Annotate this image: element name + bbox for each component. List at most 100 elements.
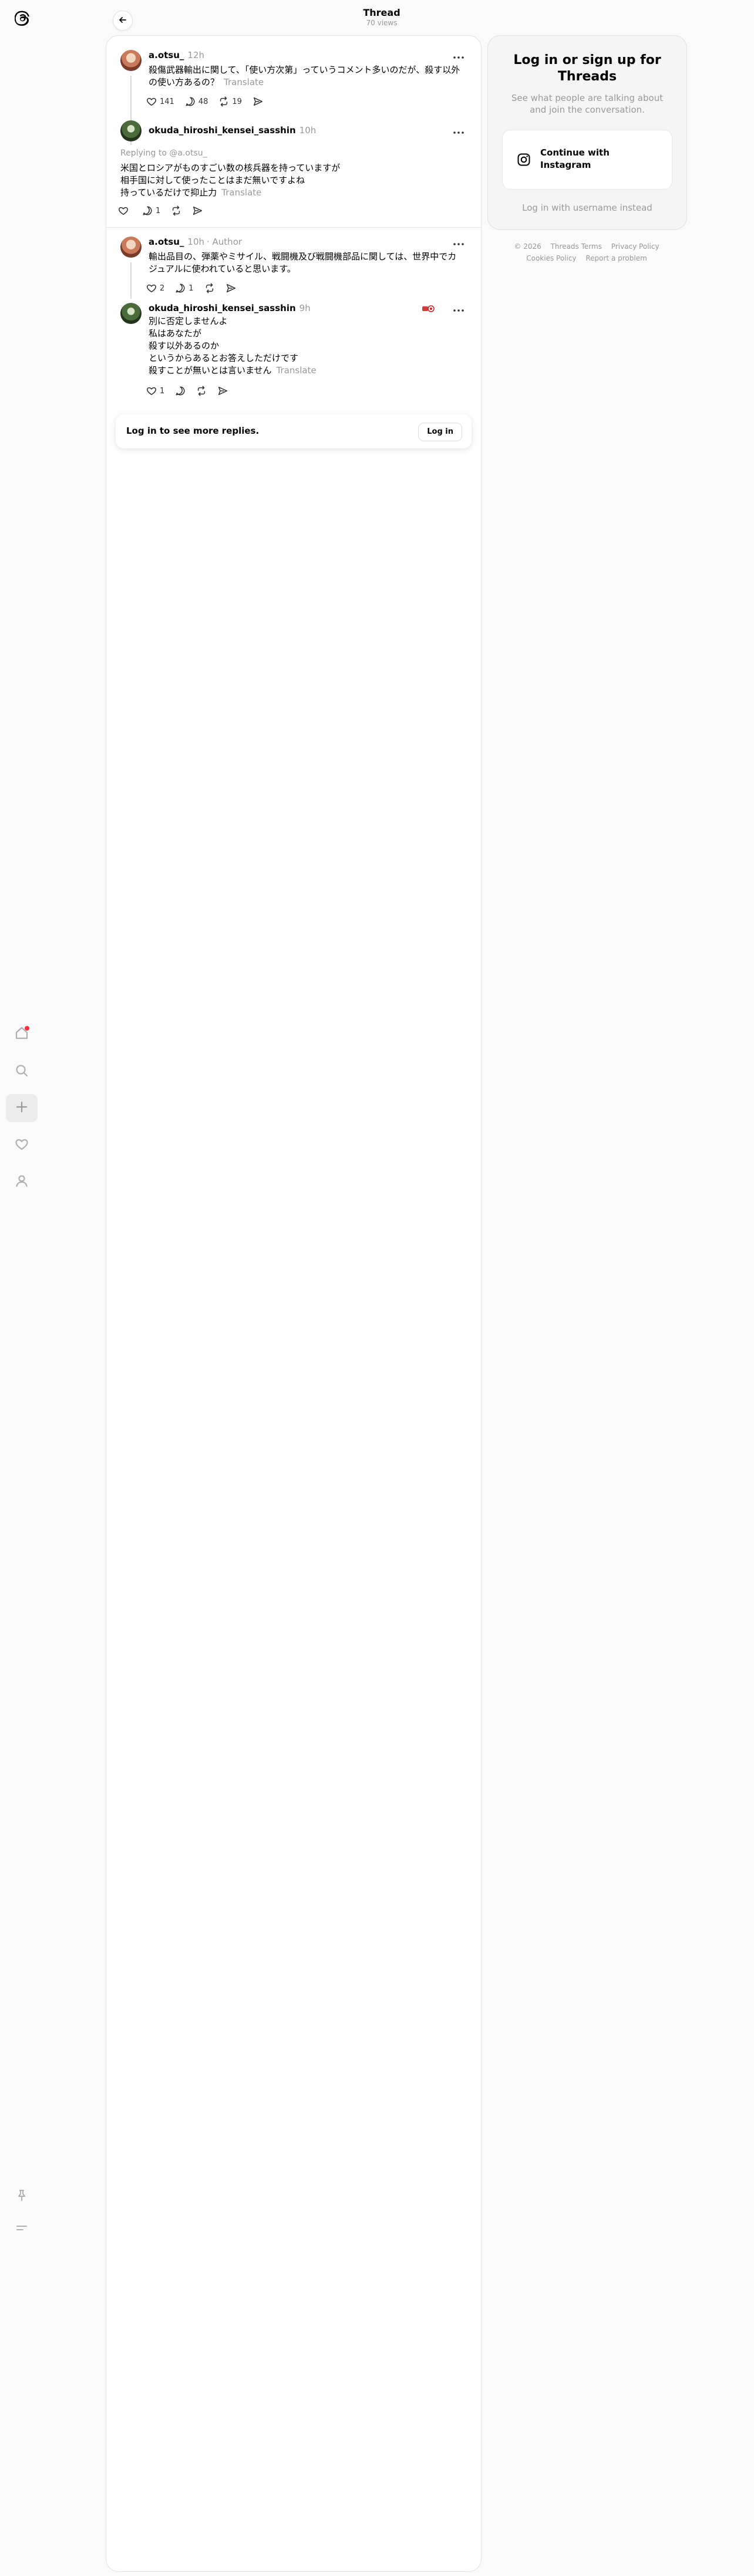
share-button[interactable] [225,283,236,293]
like-count: 141 [160,97,174,106]
home-nav-item[interactable] [6,1020,38,1048]
notification-dot [25,1026,29,1031]
search-nav-item[interactable] [6,1058,38,1086]
pin-nav-item[interactable] [6,2182,38,2210]
like-count: 1 [160,386,165,396]
post-text: 輸出品目の、弾薬やミサイル、戦闘機及び戦闘機部品に関しては、世界中でカジュアルに… [149,251,457,274]
post-username[interactable]: okuda_hiroshi_kensei_sasshin 10h [149,125,316,136]
reply-button[interactable] [175,386,186,396]
heart-icon [146,96,157,107]
pin-icon [15,2189,28,2204]
profile-icon [14,1173,29,1191]
login-prompt-text: Log in to see more replies. [126,426,260,436]
page-title: Thread [363,7,400,18]
translate-link[interactable]: Translate [221,187,261,198]
repost-button[interactable] [171,205,181,216]
repost-button[interactable] [196,386,207,396]
instagram-button-label: Continue with Instagram [540,147,610,170]
search-icon [14,1063,29,1081]
post-username[interactable]: a.otsu_ 10h · Author [149,237,242,247]
threads-terms-link[interactable]: Threads Terms [551,242,602,251]
author-label: · Author [207,237,243,247]
share-button[interactable] [253,96,263,107]
repost-icon [204,283,215,293]
login-card: Log in or sign up for Threads See what p… [487,35,687,230]
like-count: 2 [160,283,165,293]
post-actions: 141 48 19 [146,93,274,110]
privacy-policy-link[interactable]: Privacy Policy [611,242,659,251]
continue-with-instagram-button[interactable]: Continue with Instagram [502,130,672,190]
post[interactable]: okuda_hiroshi_kensei_sasshin 10h Replying… [118,120,470,255]
post[interactable]: okuda_hiroshi_kensei_sasshin 9h 別に否定しませんよ… [120,303,470,408]
post-time: 10h [299,125,317,136]
repost-count: 19 [232,97,242,106]
flag-badge-icon [422,304,435,312]
login-prompt-bar: Log in to see more replies. Log in [116,414,472,448]
avatar[interactable] [120,303,142,324]
copyright: © 2026 [514,242,541,251]
like-button[interactable]: 141 [146,96,174,107]
create-nav-item[interactable] [6,1094,38,1122]
more-options-button[interactable] [452,237,466,248]
ellipsis-icon [453,237,464,248]
cookies-policy-link[interactable]: Cookies Policy [526,254,576,262]
translate-link[interactable]: Translate [277,365,317,376]
send-icon [253,96,263,107]
heart-icon [118,205,129,216]
threads-logo-icon[interactable] [12,8,33,29]
thread-column: a.otsu_ 12h 殺傷武器輸出に関して、「使い方次第」っていうコメント多いの… [106,35,482,2572]
thread-line [130,262,132,299]
post-text: 殺傷武器輸出に関して、「使い方次第」っていうコメント多いのだが、殺す以外の使い方… [149,65,460,87]
post-actions: 1 [146,383,238,399]
translate-link[interactable]: Translate [224,77,264,87]
repost-button[interactable]: 19 [218,96,242,107]
post-username[interactable]: okuda_hiroshi_kensei_sasshin 9h [149,303,311,313]
reply-count: 48 [198,97,208,106]
reply-button[interactable]: 1 [175,283,194,293]
more-options-button[interactable] [452,303,466,315]
avatar[interactable] [120,120,142,141]
post-time: 12h [187,50,204,60]
view-count: 70 views [366,19,398,27]
report-problem-link[interactable]: Report a problem [585,254,647,262]
activity-nav-item[interactable] [6,1132,38,1160]
username-login-link[interactable]: Log in with username instead [488,202,686,213]
post-actions: 2 1 [146,280,247,296]
instagram-icon [517,153,531,167]
login-button[interactable]: Log in [418,423,462,441]
repost-button[interactable] [204,283,215,293]
divider [106,227,481,228]
share-button[interactable] [192,205,203,216]
post-actions: 1 [118,202,213,219]
like-button[interactable]: 1 [146,386,164,396]
login-card-subtitle: See what people are talking about and jo… [511,93,664,115]
like-button[interactable]: 2 [146,283,164,293]
heart-icon [14,1137,29,1154]
post-time: 9h [299,303,311,313]
post-text: 米国とロシアがものすごい数の核兵器を持っていますが 相手国に対して使ったことはま… [120,163,341,198]
reply-button[interactable]: 48 [185,96,208,107]
comment-icon [175,386,186,396]
ellipsis-icon [453,303,464,315]
send-icon [225,283,236,293]
avatar[interactable] [120,50,142,71]
repost-icon [196,386,207,396]
post-username[interactable]: a.otsu_ 12h [149,50,204,60]
send-icon [192,205,203,216]
post-time: 10h [187,237,204,247]
send-icon [217,386,228,396]
avatar[interactable] [120,237,142,258]
menu-nav-item[interactable] [6,2215,38,2243]
post-text: 別に否定しませんよ 私はあなたが 殺す以外あるのか というからあるとお答えしただ… [149,316,317,376]
heart-icon [146,386,157,396]
reply-button[interactable]: 1 [142,205,160,216]
more-options-button[interactable] [452,50,466,62]
more-options-button[interactable] [452,125,466,137]
like-button[interactable] [118,205,132,216]
back-button[interactable] [113,11,133,31]
repost-icon [218,96,229,107]
repost-icon [171,205,181,216]
share-button[interactable] [217,386,228,396]
profile-nav-item[interactable] [6,1168,38,1196]
comment-icon [142,205,153,216]
